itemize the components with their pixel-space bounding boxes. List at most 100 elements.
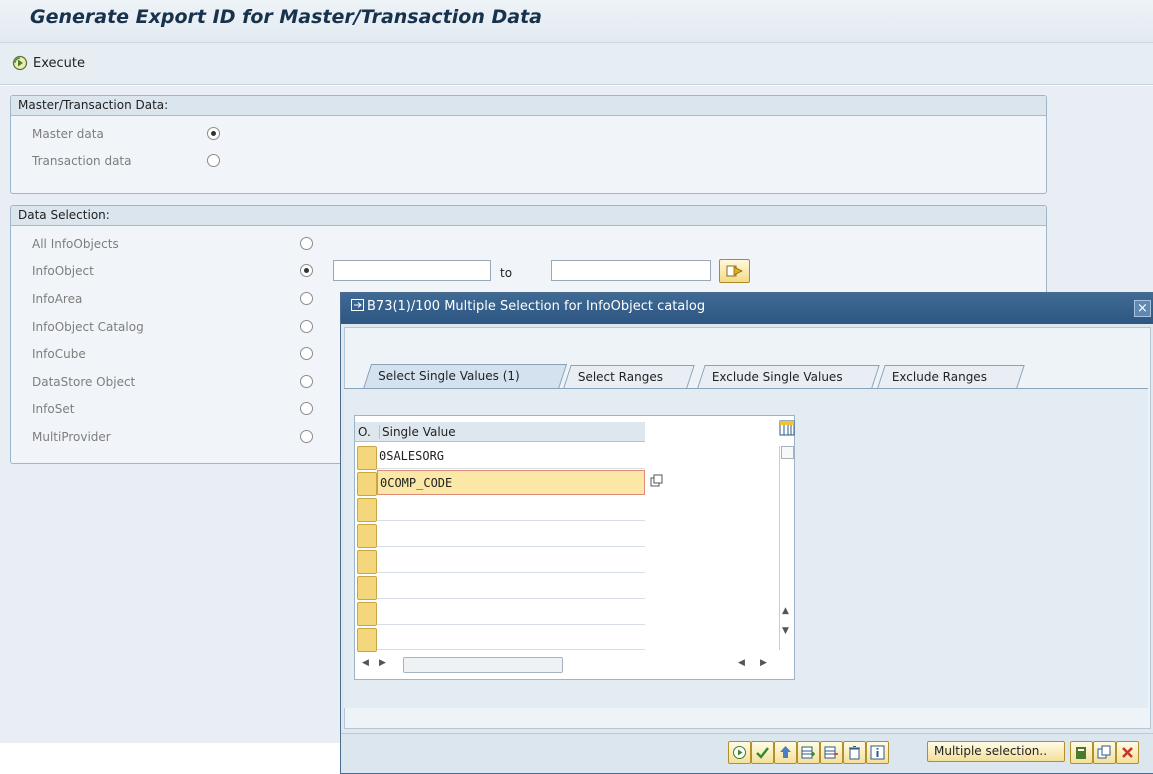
row-selector[interactable] bbox=[357, 446, 377, 470]
execute-button[interactable]: Execute bbox=[12, 52, 85, 74]
delete-row-button[interactable] bbox=[820, 741, 843, 764]
radio-datastore-object[interactable] bbox=[300, 375, 313, 388]
info-button[interactable] bbox=[866, 741, 889, 764]
dialog-title: B73(1)/100 Multiple Selection for InfoOb… bbox=[367, 299, 706, 314]
transfer-button[interactable] bbox=[1070, 741, 1093, 764]
radio-infocube[interactable] bbox=[300, 347, 313, 360]
table-row-cell[interactable]: 0SALESORG bbox=[377, 444, 645, 469]
value-help-button[interactable] bbox=[650, 474, 666, 490]
table-row-cell[interactable] bbox=[377, 626, 645, 650]
multiple-selection-button[interactable] bbox=[719, 259, 750, 283]
close-icon: × bbox=[1137, 301, 1148, 316]
tab-label: Select Single Values (1) bbox=[378, 369, 520, 383]
row-selector[interactable] bbox=[357, 576, 377, 600]
scroll-right-icon[interactable]: ▶ bbox=[379, 658, 386, 668]
radio-transaction-data[interactable] bbox=[207, 154, 220, 167]
dialog-title-bar[interactable]: B73(1)/100 Multiple Selection for InfoOb… bbox=[341, 293, 1153, 324]
copy-icon bbox=[650, 474, 663, 487]
copy-icon bbox=[1097, 745, 1111, 759]
option-label-infoset: InfoSet bbox=[32, 402, 75, 416]
horizontal-scrollbar[interactable]: ◀ ▶ ◀ ▶ bbox=[355, 655, 795, 675]
column-settings-button[interactable] bbox=[779, 420, 795, 436]
table-row-cell[interactable] bbox=[377, 548, 645, 573]
scroll-left-icon[interactable]: ◀ bbox=[362, 658, 369, 668]
arrow-right-icon bbox=[726, 265, 743, 277]
option-label-infoobject-catalog: InfoObject Catalog bbox=[32, 320, 144, 334]
radio-infoarea[interactable] bbox=[300, 292, 313, 305]
master-transaction-group: Master/Transaction Data: bbox=[10, 95, 1047, 194]
radio-multiprovider[interactable] bbox=[300, 430, 313, 443]
row-selector[interactable] bbox=[357, 602, 377, 626]
radio-master-data[interactable] bbox=[207, 127, 220, 140]
option-label-multiprovider: MultiProvider bbox=[32, 430, 111, 444]
table-row-cell[interactable] bbox=[377, 522, 645, 547]
insert-row-icon bbox=[801, 746, 815, 759]
execute-button[interactable] bbox=[728, 741, 751, 764]
option-label-infocube: InfoCube bbox=[32, 347, 86, 361]
execute-label: Execute bbox=[33, 55, 85, 71]
confirm-button[interactable] bbox=[751, 741, 774, 764]
row-selector[interactable] bbox=[357, 524, 377, 548]
table-header: O. Single Value bbox=[355, 422, 645, 442]
column-single-value-header: Single Value bbox=[379, 425, 456, 439]
tab-label: Exclude Single Values bbox=[711, 370, 843, 384]
execute-icon bbox=[733, 746, 746, 759]
option-label-infoobject: InfoObject bbox=[32, 264, 94, 278]
horizontal-scroll-thumb[interactable] bbox=[403, 657, 563, 673]
cancel-button[interactable] bbox=[1116, 741, 1139, 764]
tab-label: Select Ranges bbox=[577, 370, 663, 384]
radio-infoset[interactable] bbox=[300, 402, 313, 415]
delete-all-button[interactable] bbox=[843, 741, 866, 764]
import-icon bbox=[780, 746, 791, 758]
column-option-header: O. bbox=[358, 425, 371, 439]
radio-infoobject-catalog[interactable] bbox=[300, 320, 313, 333]
row-selector[interactable] bbox=[357, 498, 377, 522]
table-row-cell[interactable] bbox=[377, 496, 645, 521]
scroll-down-icon[interactable]: ▼ bbox=[782, 626, 789, 636]
tab-label: Exclude Ranges bbox=[891, 370, 987, 384]
import-button[interactable] bbox=[774, 741, 797, 764]
clipboard-icon bbox=[1076, 747, 1086, 759]
execute-icon bbox=[12, 55, 28, 71]
table-settings-icon bbox=[779, 420, 795, 436]
infoobject-from-field[interactable] bbox=[333, 260, 491, 281]
table-row-cell-active[interactable]: 0COMP_CODE bbox=[377, 470, 645, 495]
range-to-label: to bbox=[500, 266, 513, 280]
single-values-table: O. Single Value 0SALESORG 0COMP_CODE ▲ ▼… bbox=[354, 415, 795, 680]
trash-icon bbox=[849, 746, 860, 760]
radio-all-infoobjects[interactable] bbox=[300, 237, 313, 250]
tab-select-single-values[interactable]: Select Single Values (1) bbox=[362, 364, 568, 389]
table-row-cell[interactable] bbox=[377, 600, 645, 625]
scroll-right-icon[interactable]: ▶ bbox=[760, 658, 767, 668]
master-transaction-header: Master/Transaction Data: bbox=[11, 96, 1046, 116]
insert-row-button[interactable] bbox=[797, 741, 820, 764]
radio-infoobject[interactable] bbox=[300, 264, 313, 277]
close-icon bbox=[1122, 747, 1133, 758]
option-label-transaction-data: Transaction data bbox=[32, 154, 132, 168]
scroll-up-icon[interactable]: ▲ bbox=[782, 606, 789, 616]
page-title: Generate Export ID for Master/Transactio… bbox=[30, 6, 542, 28]
row-selector[interactable] bbox=[357, 628, 377, 652]
data-selection-header: Data Selection: bbox=[11, 206, 1046, 226]
dialog-window-icon bbox=[351, 299, 364, 311]
tab-exclude-ranges[interactable]: Exclude Ranges bbox=[877, 365, 1025, 388]
tab-exclude-single-values[interactable]: Exclude Single Values bbox=[697, 365, 880, 388]
dialog-close-button[interactable]: × bbox=[1134, 300, 1151, 317]
option-label-infoarea: InfoArea bbox=[32, 292, 83, 306]
application-toolbar bbox=[0, 42, 1153, 85]
vertical-scrollbar[interactable]: ▲ ▼ bbox=[779, 446, 795, 650]
copy-button[interactable] bbox=[1093, 741, 1116, 764]
multiple-selection-button[interactable]: Multiple selection.. bbox=[927, 741, 1065, 762]
row-selector[interactable] bbox=[357, 550, 377, 574]
option-label-all-infoobjects: All InfoObjects bbox=[32, 237, 119, 251]
multiple-selection-dialog: B73(1)/100 Multiple Selection for InfoOb… bbox=[340, 292, 1153, 774]
infoobject-to-field[interactable] bbox=[551, 260, 711, 281]
scroll-left-icon[interactable]: ◀ bbox=[738, 658, 745, 668]
option-label-master-data: Master data bbox=[32, 127, 104, 141]
row-selector[interactable] bbox=[357, 472, 377, 496]
checkmark-icon bbox=[756, 747, 769, 759]
info-icon bbox=[870, 745, 885, 760]
scroll-thumb[interactable] bbox=[781, 446, 794, 459]
table-row-cell[interactable] bbox=[377, 574, 645, 599]
tab-select-ranges[interactable]: Select Ranges bbox=[563, 365, 695, 388]
